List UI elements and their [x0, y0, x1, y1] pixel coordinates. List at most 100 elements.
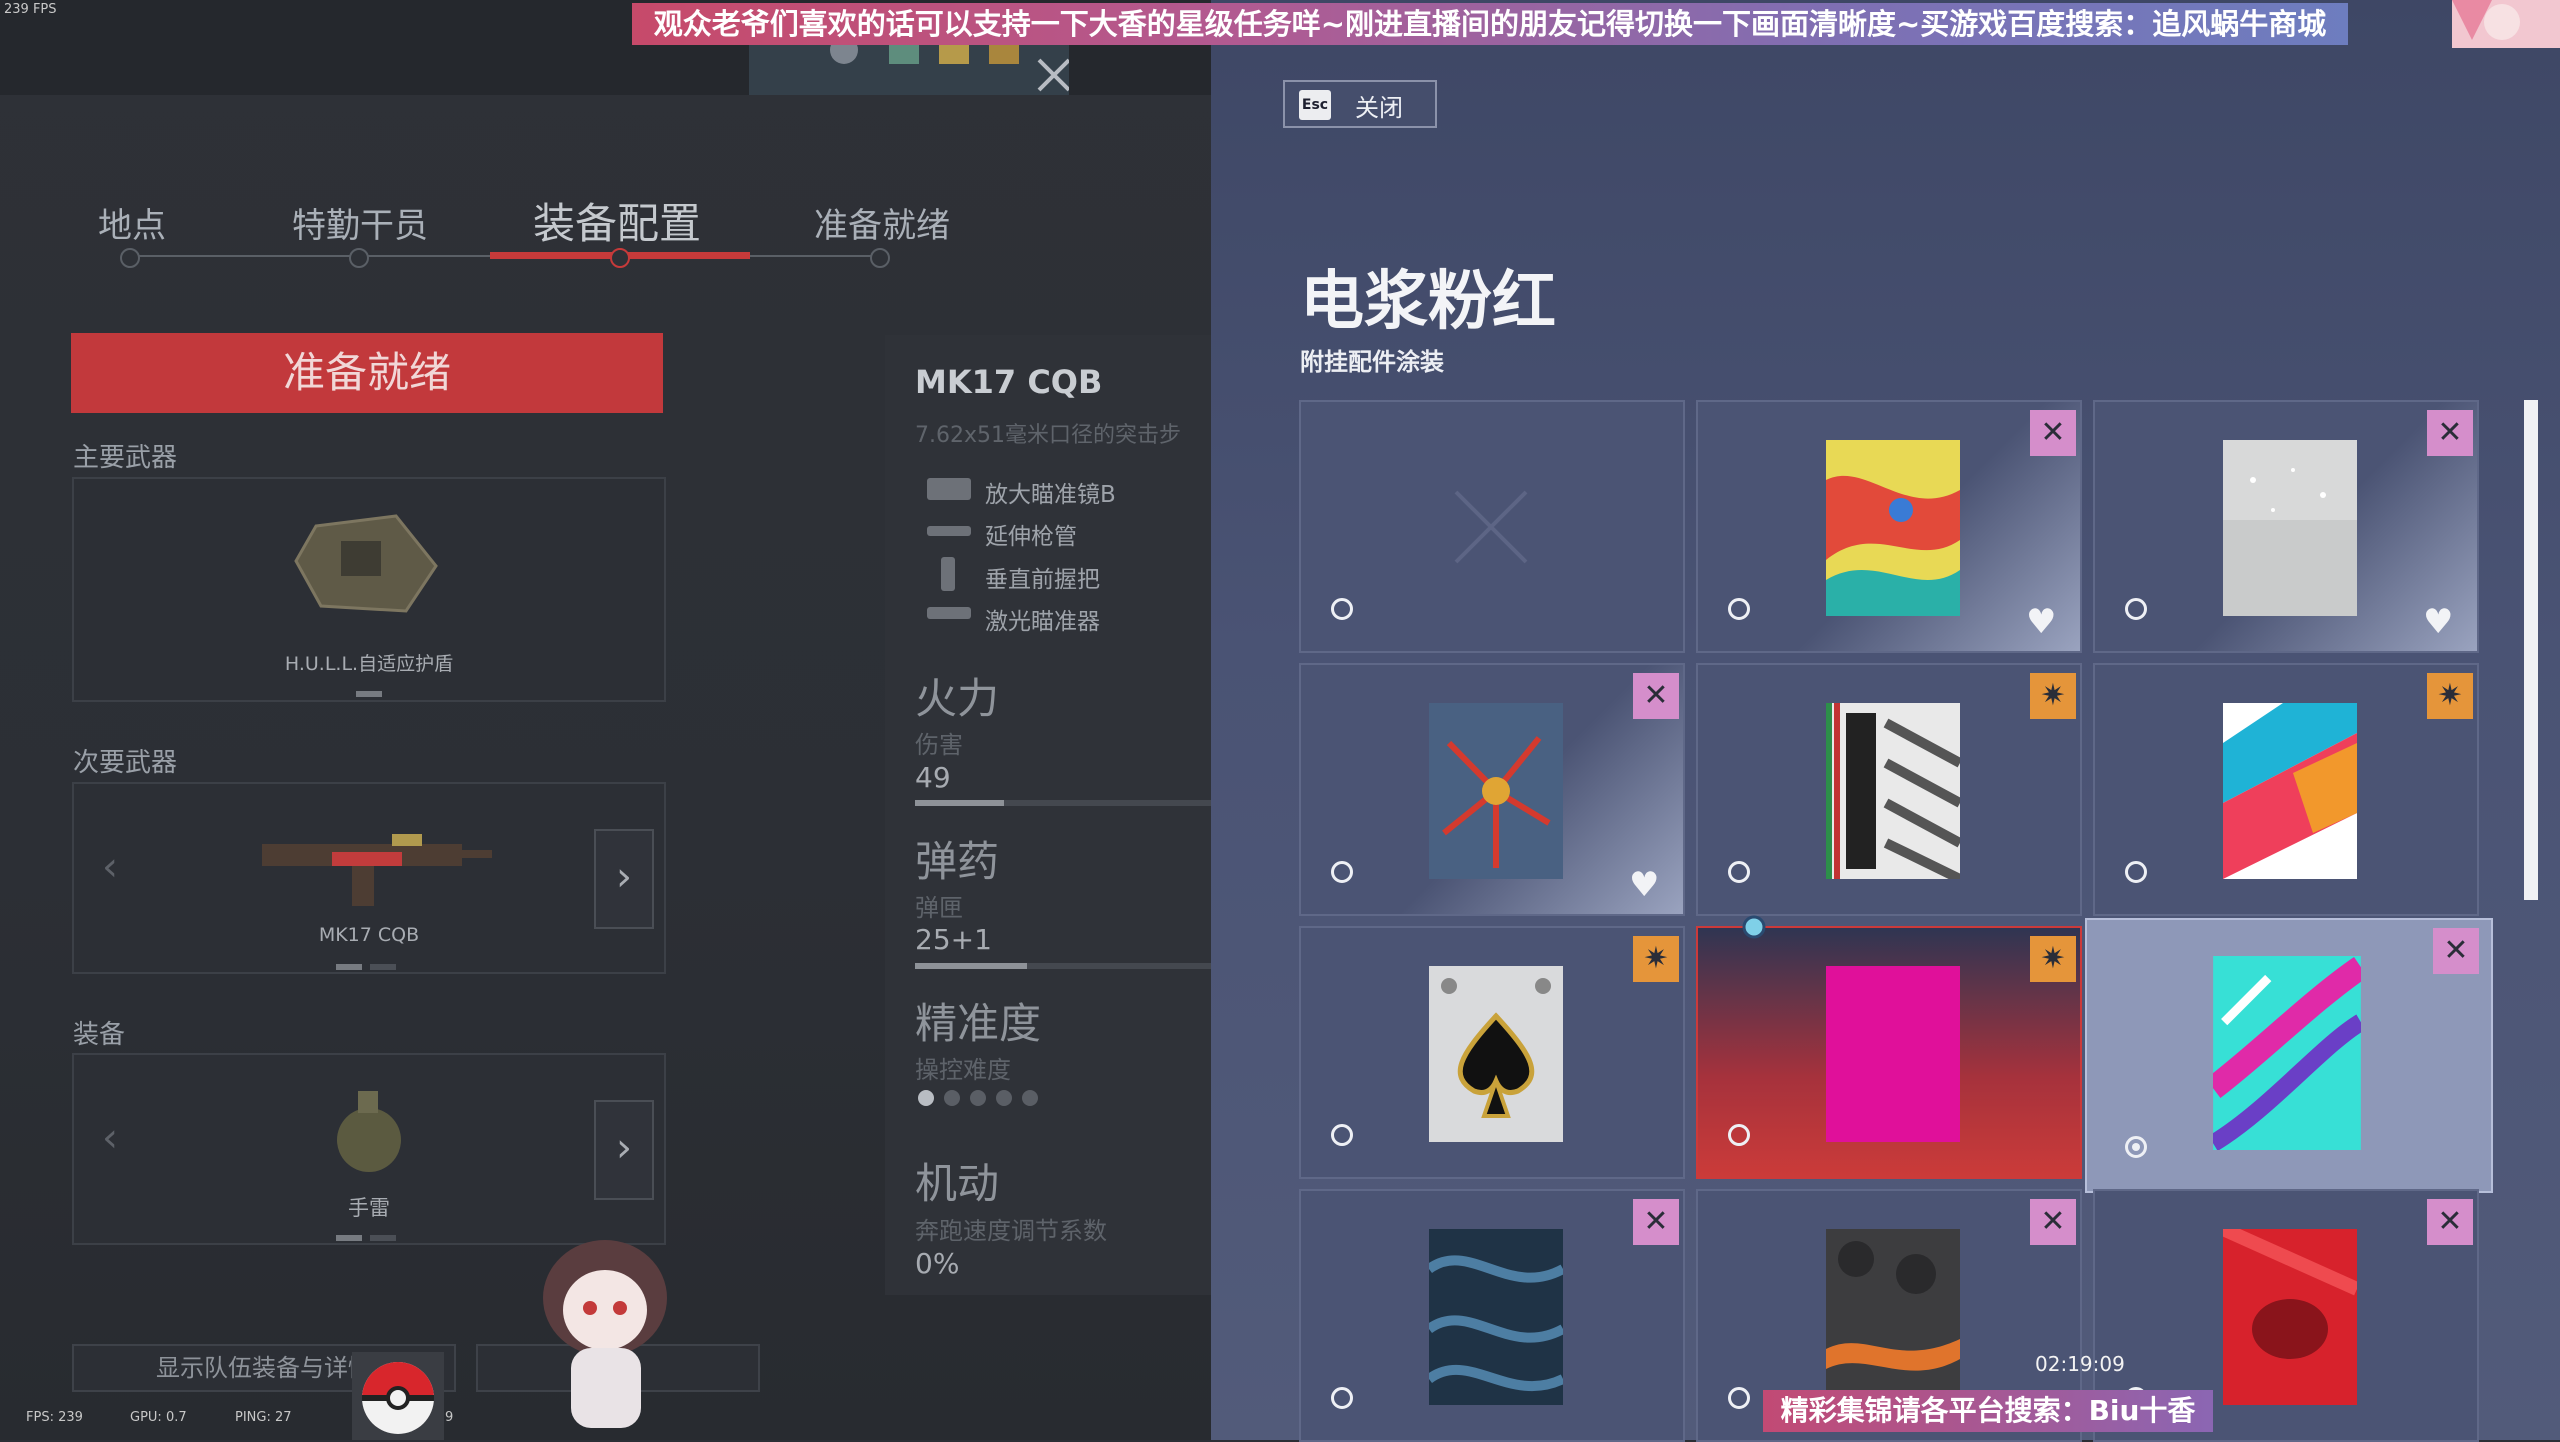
skin-card-blue-waves[interactable]: ✕: [1299, 1189, 1685, 1442]
radio-icon[interactable]: [1331, 598, 1353, 620]
lava-skin-thumbnail: [1826, 1229, 1960, 1405]
skin-card-dragon[interactable]: ✕ ♥: [1696, 400, 2082, 653]
weapon-subtitle: 7.62x51毫米口径的突击步: [915, 423, 1181, 448]
radio-icon[interactable]: [1331, 1387, 1353, 1409]
handling-pip: [970, 1090, 986, 1106]
handling-pip: [944, 1090, 960, 1106]
ammo-heading: 弹药: [915, 837, 1000, 886]
ready-button[interactable]: 准备就绪: [71, 333, 663, 413]
secondary-pager: [370, 964, 396, 970]
esc-key-icon: Esc: [1299, 90, 1331, 120]
skin-card-spade[interactable]: ✷: [1299, 926, 1685, 1179]
secondary-slot[interactable]: ‹ › MK17 CQB: [72, 782, 666, 974]
damage-label: 伤害: [915, 731, 963, 759]
nav-dot-loadout: [610, 248, 630, 268]
skin-subtitle: 附挂配件涂装: [1300, 348, 1444, 376]
mascot-sticker: [543, 1240, 667, 1428]
radio-icon[interactable]: [2125, 861, 2147, 883]
radio-icon[interactable]: [1728, 1124, 1750, 1146]
tab-location[interactable]: 地点: [98, 198, 166, 247]
close-button[interactable]: Esc 关闭: [1283, 80, 1437, 128]
skin-card-plasma-pink[interactable]: ✷: [1696, 926, 2082, 1179]
heart-icon[interactable]: ♥: [1629, 865, 1659, 905]
stream-top-banner: 观众老爷们喜欢的话可以支持一下大香的星级任务咩~刚进直播间的朋友记得切换一下画面…: [632, 3, 2348, 45]
handling-label: 操控难度: [915, 1056, 1011, 1084]
mag-label: 弹匣: [915, 894, 963, 922]
attachment-scope: 放大瞄准镜B: [985, 482, 1116, 508]
remove-badge-icon[interactable]: ✕: [1633, 1199, 1679, 1245]
equipment-prev-icon[interactable]: ‹: [102, 1115, 118, 1161]
silver-skin-thumbnail: [2223, 440, 2357, 616]
damage-value: 49: [915, 761, 951, 794]
tab-ready[interactable]: 准备就绪: [814, 198, 950, 247]
perf-gpu: GPU: 0.7: [130, 1410, 187, 1425]
lotus-skin-thumbnail: [1429, 703, 1563, 879]
skin-card-cyan-swirl[interactable]: ✕: [2085, 918, 2493, 1193]
skin-card-lotus[interactable]: ✕ ♥: [1299, 663, 1685, 916]
remove-badge-icon[interactable]: ✕: [2433, 928, 2479, 974]
perf-extra: 9: [445, 1410, 454, 1425]
secondary-prev-icon[interactable]: ‹: [102, 844, 118, 890]
remove-badge-icon[interactable]: ✕: [2427, 1199, 2473, 1245]
secondary-next-button[interactable]: ›: [594, 829, 654, 929]
streamer-avatar: [2452, 0, 2560, 48]
loadout-panel: 239 FPS 地点 特勤干员 装备配置 准备就绪 准备就绪 主要武器 H.U.…: [0, 0, 1211, 1440]
heart-icon[interactable]: ♥: [2423, 602, 2453, 642]
stream-timer: 02:19:09: [2035, 1352, 2125, 1376]
heart-icon[interactable]: ♥: [2026, 602, 2056, 642]
mobility-heading: 机动: [915, 1159, 1000, 1208]
barrel-icon: [927, 526, 971, 536]
star-badge-icon[interactable]: ✷: [2030, 673, 2076, 719]
close-label: 关闭: [1355, 94, 1403, 122]
tab-operator[interactable]: 特勤干员: [292, 198, 428, 247]
plasma-pink-skin-thumbnail: [1826, 966, 1960, 1142]
scope-icon: [927, 478, 971, 500]
radio-icon[interactable]: [1331, 1124, 1353, 1146]
skin-card-silver[interactable]: ✕ ♥: [2093, 400, 2479, 653]
laser-icon: [927, 607, 971, 619]
skin-title: 电浆粉红: [1300, 265, 1556, 339]
skin-card-geometric[interactable]: ✷: [2093, 663, 2479, 916]
radio-icon[interactable]: [2125, 598, 2147, 620]
spade-skin-thumbnail: [1429, 966, 1563, 1142]
remove-badge-icon[interactable]: ✕: [1633, 673, 1679, 719]
weapon-stats-panel: MK17 CQB 7.62x51毫米口径的突击步 放大瞄准镜B 延伸枪管 垂直前…: [885, 335, 1211, 1295]
star-badge-icon[interactable]: ✷: [2427, 673, 2473, 719]
blue-waves-skin-thumbnail: [1429, 1229, 1563, 1405]
radio-icon[interactable]: [1728, 598, 1750, 620]
radio-selected-icon[interactable]: [2125, 1136, 2147, 1158]
cyan-swirl-skin-thumbnail: [2213, 956, 2361, 1150]
tab-loadout[interactable]: 装备配置: [533, 190, 701, 251]
nav-dot-location: [120, 248, 140, 268]
year-2022-skin-thumbnail: [1826, 703, 1960, 879]
equipment-label: 装备: [73, 1020, 126, 1050]
radio-icon[interactable]: [1728, 861, 1750, 883]
skin-list-scrollbar[interactable]: [2524, 400, 2538, 900]
mag-bar-fill: [915, 963, 1027, 969]
star-badge-icon[interactable]: ✷: [2030, 936, 2076, 982]
shield-icon: [294, 514, 438, 613]
stream-bottom-banner: 精彩集锦请各平台搜索：Biu十香: [1763, 1390, 2213, 1432]
cursor-icon: [1742, 915, 1766, 939]
star-badge-icon[interactable]: ✷: [1633, 936, 1679, 982]
mobility-value: 0%: [915, 1247, 960, 1280]
primary-slot[interactable]: H.U.L.L.自适应护盾: [72, 477, 666, 702]
handling-pip: [918, 1090, 934, 1106]
skin-card-2022[interactable]: ✷: [1696, 663, 2082, 916]
radio-icon[interactable]: [1331, 861, 1353, 883]
grenade-icon: [337, 1091, 401, 1172]
remove-badge-icon[interactable]: ✕: [2030, 410, 2076, 456]
primary-item-name: H.U.L.L.自适应护盾: [284, 653, 454, 675]
equipment-pager-active: [336, 1235, 362, 1241]
radio-icon[interactable]: [1728, 1387, 1750, 1409]
geometric-skin-thumbnail: [2223, 703, 2357, 879]
grip-icon: [941, 557, 955, 591]
remove-badge-icon[interactable]: ✕: [2427, 410, 2473, 456]
equipment-next-button[interactable]: ›: [594, 1100, 654, 1200]
skin-card-none[interactable]: [1299, 400, 1685, 653]
mobility-label: 奔跑速度调节系数: [915, 1217, 1107, 1245]
equipment-slot[interactable]: ‹ › 手雷: [72, 1053, 666, 1245]
firepower-heading: 火力: [915, 674, 1000, 723]
dragon-skin-thumbnail: [1826, 440, 1960, 616]
remove-badge-icon[interactable]: ✕: [2030, 1199, 2076, 1245]
